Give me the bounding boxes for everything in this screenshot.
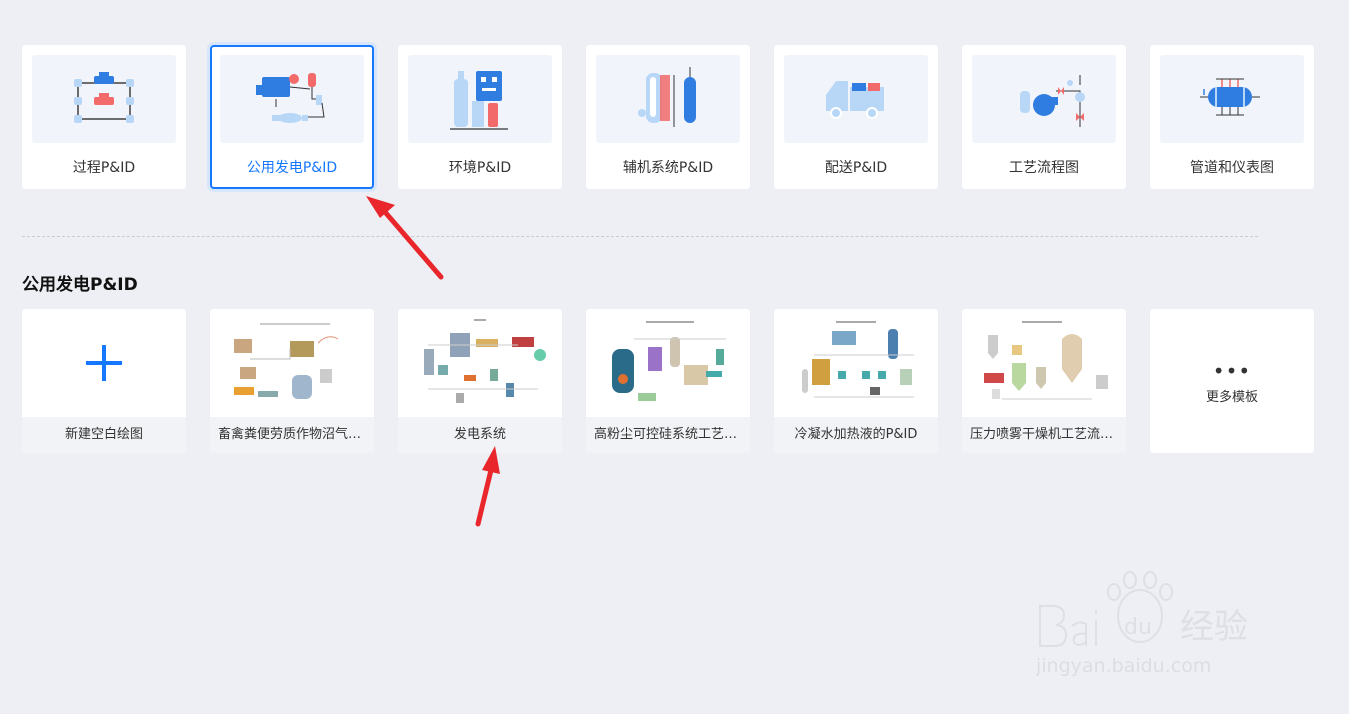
- scr-diagram-preview: [612, 321, 726, 401]
- template-thumbnail: [962, 309, 1126, 417]
- biogas-diagram-preview: [234, 323, 339, 399]
- template-label: 高粉尘可控硅系统工艺流程图: [586, 417, 750, 453]
- category-row: 过程P&ID 公用发电P&ID 环境P&ID 辅机系统P&ID 配送P&ID 工…: [22, 45, 1322, 189]
- template-thumbnail: [398, 309, 562, 417]
- tanks-control-panel-icon: [450, 71, 508, 130]
- category-thumbnail: [596, 55, 740, 143]
- template-thumbnail: [586, 309, 750, 417]
- template-thumbnail: [22, 309, 186, 417]
- category-thumbnail: [32, 55, 176, 143]
- template-label: 畜禽粪便劳质作物沼气发电工程: [210, 417, 374, 453]
- template-thumbnail: [774, 309, 938, 417]
- baidu-watermark-logo: du 经验 jingyan.baidu.com: [1035, 571, 1248, 677]
- more-templates-button[interactable]: ••• 更多模板: [1150, 309, 1314, 453]
- category-card-auxiliary-system-pid[interactable]: 辅机系统P&ID: [586, 45, 750, 189]
- template-label: 冷凝水加热液的P&ID: [774, 417, 938, 453]
- power-system-diagram-preview: [424, 319, 546, 403]
- template-thumbnail: [210, 309, 374, 417]
- arrow-to-template-icon: [475, 446, 500, 527]
- watermark-url: jingyan.baidu.com: [1035, 655, 1211, 677]
- category-label: 辅机系统P&ID: [622, 160, 714, 176]
- category-card-delivery-pid[interactable]: 配送P&ID: [774, 45, 938, 189]
- category-thumbnail: [408, 55, 552, 143]
- category-label: 配送P&ID: [824, 160, 888, 176]
- category-label: 管道和仪表图: [1190, 160, 1274, 176]
- category-card-utility-power-pid[interactable]: 公用发电P&ID: [210, 45, 374, 189]
- svg-text:du: du: [1124, 615, 1152, 640]
- svg-text:经验: 经验: [1180, 607, 1248, 647]
- template-card-high-dust-scr[interactable]: 高粉尘可控硅系统工艺流程图: [586, 309, 750, 453]
- category-thumbnail: [220, 55, 364, 143]
- category-label: 公用发电P&ID: [246, 160, 338, 176]
- section-title: 公用发电P&ID: [22, 275, 138, 295]
- section-divider: [22, 236, 1258, 237]
- template-label: 新建空白绘图: [22, 417, 186, 453]
- category-card-piping-instrument-diagram[interactable]: 管道和仪表图: [1150, 45, 1314, 189]
- template-label: 压力喷雾干燥机工艺流程图: [962, 417, 1126, 453]
- heat-exchanger-icon: [1200, 78, 1260, 116]
- template-card-power-generation-system[interactable]: 发电系统: [398, 309, 562, 453]
- template-label: 发电系统: [398, 417, 562, 453]
- category-thumbnail: [784, 55, 928, 143]
- category-card-process-flow-diagram[interactable]: 工艺流程图: [962, 45, 1126, 189]
- pump-valve-icon: [1020, 75, 1085, 127]
- tanker-truck-icon: [826, 81, 884, 119]
- condensate-diagram-preview: [802, 321, 914, 398]
- plus-icon: [86, 345, 122, 381]
- valve-pipeline-icon: [74, 72, 134, 123]
- category-label: 工艺流程图: [1009, 160, 1079, 176]
- column-tank-icon: [638, 67, 696, 127]
- more-dots-icon: •••: [1212, 359, 1252, 383]
- template-card-biogas-power[interactable]: 畜禽粪便劳质作物沼气发电工程: [210, 309, 374, 453]
- template-card-new-blank[interactable]: 新建空白绘图: [22, 309, 186, 453]
- category-thumbnail: [1160, 55, 1304, 143]
- category-label: 环境P&ID: [448, 160, 512, 176]
- category-card-environment-pid[interactable]: 环境P&ID: [398, 45, 562, 189]
- spray-dryer-diagram-preview: [984, 321, 1108, 400]
- more-templates-label: 更多模板: [1205, 390, 1258, 405]
- category-label: 过程P&ID: [72, 160, 136, 176]
- template-card-condensate-heating[interactable]: 冷凝水加热液的P&ID: [774, 309, 938, 453]
- template-card-spray-dryer[interactable]: 压力喷雾干燥机工艺流程图: [962, 309, 1126, 453]
- generator-equipment-icon: [256, 73, 325, 123]
- template-row: 新建空白绘图 畜禽粪便劳质作物沼气发电工程: [22, 309, 1322, 453]
- category-card-process-pid[interactable]: 过程P&ID: [22, 45, 186, 189]
- category-thumbnail: [972, 55, 1116, 143]
